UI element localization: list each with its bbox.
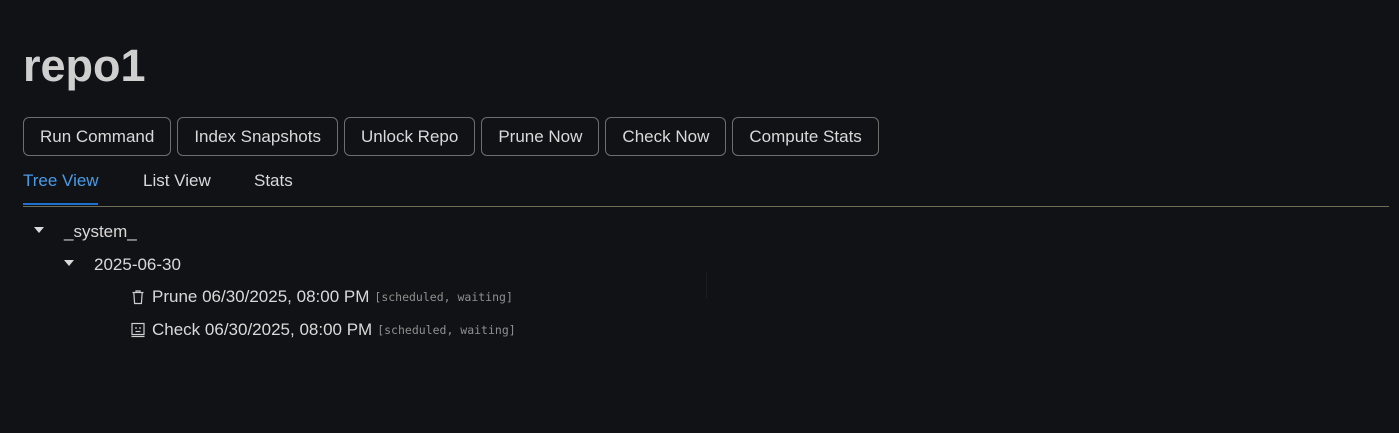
page-title: repo1 [23, 40, 146, 91]
tab-tree-view[interactable]: Tree View [23, 171, 99, 191]
trash-icon [132, 290, 144, 305]
run-command-button[interactable]: Run Command [23, 117, 172, 156]
tab-list-view[interactable]: List View [143, 171, 211, 191]
tree-item-check[interactable]: Check 06/30/2025, 08:00 PM [scheduled, w… [130, 320, 516, 340]
chevron-down-icon[interactable] [64, 260, 74, 266]
chevron-down-icon[interactable] [34, 227, 44, 233]
check-now-button[interactable]: Check Now [605, 117, 727, 156]
tree-item-label: Check 06/30/2025, 08:00 PM [152, 320, 373, 339]
status-badge: [scheduled, waiting] [374, 290, 513, 304]
unlock-repo-button[interactable]: Unlock Repo [343, 117, 476, 156]
active-tab-indicator [23, 203, 98, 205]
check-task-icon [131, 322, 145, 338]
tree-item-prune[interactable]: Prune 06/30/2025, 08:00 PM [scheduled, w… [130, 287, 513, 307]
tab-stats[interactable]: Stats [254, 171, 293, 191]
prune-now-button[interactable]: Prune Now [481, 117, 600, 156]
repo-page: repo1 Run Command Index Snapshots Unlock… [0, 0, 1399, 433]
compute-stats-button[interactable]: Compute Stats [732, 117, 879, 156]
tree-item-label: Prune 06/30/2025, 08:00 PM [152, 287, 370, 306]
divider [706, 272, 707, 298]
index-snapshots-button[interactable]: Index Snapshots [177, 117, 338, 156]
view-tabs: Tree View List View Stats [23, 165, 1389, 207]
status-badge: [scheduled, waiting] [377, 323, 516, 337]
tree-node-system[interactable]: _system_ [64, 222, 137, 242]
repo-toolbar: Run Command Index Snapshots Unlock Repo … [23, 117, 879, 156]
tree-node-date[interactable]: 2025-06-30 [94, 255, 181, 275]
